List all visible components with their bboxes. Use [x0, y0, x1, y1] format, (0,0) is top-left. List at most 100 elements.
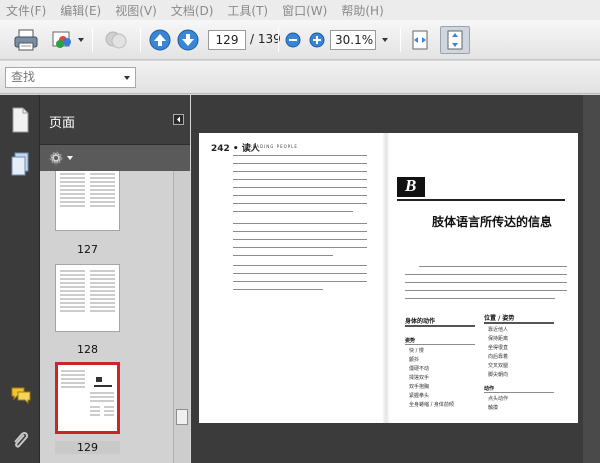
- menu-bar: 文件(F) 编辑(E) 视图(V) 文档(D) 工具(T) 窗口(W) 帮助(H…: [0, 0, 600, 20]
- thumbnail-scrollbar[interactable]: [173, 171, 190, 463]
- text-line: [233, 281, 367, 282]
- menu-view[interactable]: 视图(V): [115, 2, 157, 19]
- zoom-in-button[interactable]: [307, 26, 327, 54]
- list-item: 紧握拳头: [409, 393, 430, 399]
- minus-icon: [285, 32, 301, 48]
- fit-width-button[interactable]: [406, 26, 434, 54]
- paperclip-icon: [14, 431, 29, 448]
- document-view[interactable]: 242 • 读人 READING PEOPLE B 肢体语言所传达的信息 身体的…: [191, 95, 600, 463]
- menu-window[interactable]: 窗口(W): [282, 2, 327, 19]
- thumbnail-label: 127: [77, 243, 98, 256]
- comments-icon: [11, 387, 31, 405]
- page-thumbnail[interactable]: [55, 171, 120, 231]
- search-toolbar: 查找: [0, 61, 600, 94]
- list-item: 快 / 慢: [409, 348, 424, 354]
- next-page-button[interactable]: [176, 26, 200, 54]
- list-item: 靠近他人: [488, 327, 509, 333]
- text-line: [233, 187, 367, 188]
- chapter-title: 肢体语言所传达的信息: [432, 215, 553, 229]
- panel-title: 页面: [49, 116, 76, 131]
- table-rule: [484, 322, 554, 324]
- print-button[interactable]: [10, 26, 42, 54]
- panel-options-bar: [40, 146, 190, 170]
- options-button[interactable]: [48, 150, 73, 166]
- menu-help[interactable]: 帮助(H): [341, 2, 383, 19]
- thumbnail-label: 128: [77, 343, 98, 356]
- pages-panel: 页面 127 128 129: [40, 95, 190, 463]
- list-item: 坐得很直: [488, 345, 509, 351]
- collapse-panel-button[interactable]: [173, 114, 184, 125]
- previous-page-button[interactable]: [148, 26, 172, 54]
- chapter-rule: [397, 199, 565, 201]
- table-rule: [484, 392, 554, 393]
- text-line: [233, 155, 367, 156]
- attachments-nav-button[interactable]: [10, 429, 30, 454]
- printer-icon: [14, 29, 38, 51]
- toolbar-separator: [92, 28, 93, 52]
- page-thumbnail[interactable]: [55, 264, 120, 332]
- chevron-down-icon: [78, 38, 84, 42]
- menu-tools[interactable]: 工具(T): [227, 2, 268, 19]
- chevron-left-icon: [177, 116, 180, 123]
- text-line: [233, 223, 367, 224]
- section-heading: 位置 / 姿势: [484, 315, 515, 322]
- list-item: 颤抖: [409, 357, 420, 363]
- text-line: [233, 163, 367, 164]
- list-item: 全身蜷缩 / 身体前倾: [409, 402, 454, 408]
- pages-nav-button[interactable]: [10, 107, 30, 136]
- zoom-dropdown-button[interactable]: [378, 26, 392, 54]
- zoom-level-input[interactable]: 30.1%: [330, 30, 376, 50]
- menu-document[interactable]: 文档(D): [171, 2, 214, 19]
- collaborate-button[interactable]: [48, 26, 86, 54]
- toolbar-separator: [278, 28, 279, 52]
- comment-button[interactable]: [100, 26, 132, 54]
- page-thumbnails-nav-button[interactable]: [10, 151, 30, 180]
- comments-nav-button[interactable]: [10, 385, 32, 408]
- page-thumbnail-selected[interactable]: [55, 362, 120, 434]
- text-line: [233, 273, 367, 274]
- fit-page-button[interactable]: [440, 26, 470, 54]
- toolbar-separator: [400, 28, 401, 52]
- table-rule: [405, 344, 475, 345]
- document-scrollbar[interactable]: [583, 95, 600, 463]
- text-line: [405, 290, 567, 291]
- people-icon: [52, 31, 71, 48]
- arrow-up-icon: [149, 29, 171, 51]
- text-line: [233, 171, 367, 172]
- text-line: [405, 282, 567, 283]
- page-preview: [60, 173, 115, 207]
- text-line: [233, 231, 367, 232]
- menu-edit[interactable]: 编辑(E): [60, 2, 101, 19]
- pages-icon: [12, 107, 29, 133]
- comment-disabled-icon: [105, 31, 127, 49]
- thumbnail-label-selected: 129: [55, 441, 120, 454]
- document-spread: 242 • 读人 READING PEOPLE B 肢体语言所传达的信息 身体的…: [199, 133, 578, 423]
- list-item: 交叉双腿: [488, 363, 509, 369]
- fit-page-icon: [447, 30, 463, 50]
- navigation-strip: [0, 95, 40, 463]
- section-subheading: 动作: [484, 386, 495, 392]
- table-rule: [405, 325, 475, 327]
- text-line: [233, 179, 367, 180]
- list-item: 双手抱胸: [409, 384, 430, 390]
- chevron-down-icon: [382, 38, 388, 42]
- zoom-out-button[interactable]: [283, 26, 303, 54]
- text-line: [233, 289, 323, 290]
- search-input[interactable]: 查找: [5, 67, 136, 88]
- chevron-down-icon[interactable]: [124, 76, 130, 80]
- list-item: 触摸: [488, 405, 499, 411]
- text-line: [405, 274, 567, 275]
- section-subheading: 姿势: [405, 338, 416, 344]
- scrollbar-thumb[interactable]: [176, 409, 188, 425]
- left-page-header-sub: READING PEOPLE: [249, 144, 298, 149]
- list-item: 点头动作: [488, 396, 509, 402]
- list-item: 揉搓双手: [409, 375, 430, 381]
- text-line: [419, 266, 567, 267]
- pages-panel-header: 页面: [40, 95, 190, 145]
- main-toolbar: 129 / 139 30.1%: [0, 20, 600, 60]
- page-preview: [61, 370, 114, 416]
- page-number-input[interactable]: 129: [208, 30, 246, 50]
- arrow-down-icon: [177, 29, 199, 51]
- chapter-letter: B: [405, 176, 417, 195]
- menu-file[interactable]: 文件(F): [6, 2, 46, 19]
